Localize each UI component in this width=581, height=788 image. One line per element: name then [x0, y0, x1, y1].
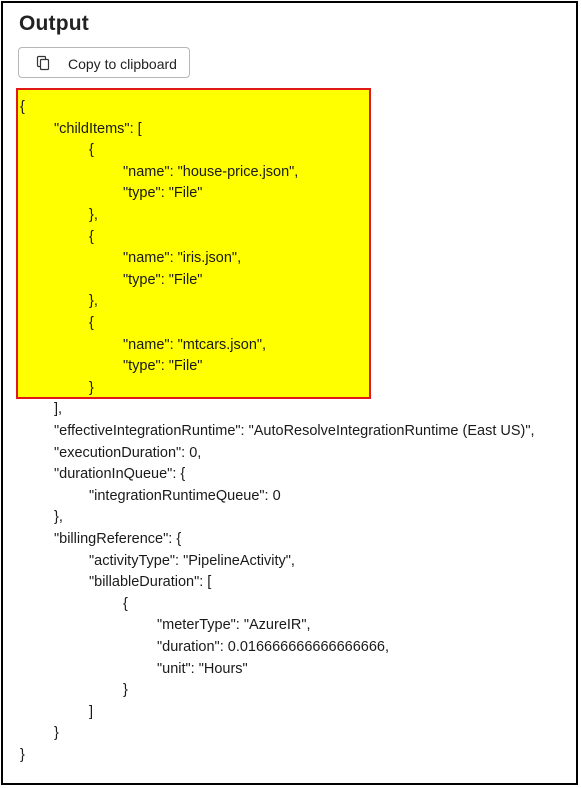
json-line: "name": "mtcars.json",: [123, 336, 267, 353]
copy-icon: [35, 55, 51, 71]
json-line: {: [20, 99, 25, 115]
json-line: "childItems": [: [54, 120, 142, 137]
json-line: "name": "iris.json",: [123, 250, 242, 267]
panel-title: Output: [19, 12, 90, 35]
json-line: {: [123, 595, 128, 612]
json-line: }: [54, 725, 59, 742]
json-line: "activityType": "PipelineActivity",: [89, 552, 295, 569]
output-panel: Output Copy to clipboard { "childItems":…: [1, 1, 578, 785]
json-line: }: [89, 379, 94, 396]
json-line: "type": "File": [123, 185, 203, 202]
json-line: "durationInQueue": {: [54, 466, 186, 483]
json-line: },: [54, 509, 63, 526]
json-line: {: [89, 315, 94, 331]
json-line: "type": "File": [123, 358, 203, 375]
json-line: ],: [54, 401, 63, 418]
json-line: "effectiveIntegrationRuntime": "AutoReso…: [54, 423, 535, 439]
json-line: }: [123, 682, 128, 699]
json-line: "billingReference": {: [54, 531, 182, 547]
json-line: ]: [89, 703, 94, 720]
json-line: "integrationRuntimeQueue": 0: [89, 487, 281, 504]
json-line: "unit": "Hours": [157, 660, 248, 677]
json-line: "name": "house-price.json",: [123, 163, 299, 180]
json-line: }: [20, 747, 25, 763]
copy-button-label: Copy to clipboard: [68, 56, 177, 72]
json-line: "executionDuration": 0,: [54, 444, 202, 461]
json-line: "duration": 0.016666666666666666,: [157, 639, 390, 655]
copy-to-clipboard-button[interactable]: Copy to clipboard: [18, 47, 190, 78]
json-line: {: [89, 142, 94, 159]
json-line: },: [89, 293, 98, 310]
json-line: "type": "File": [123, 271, 203, 288]
json-line: },: [89, 207, 98, 223]
json-line: {: [89, 228, 94, 245]
json-line: "billableDuration": [: [89, 574, 212, 591]
json-line: "meterType": "AzureIR",: [157, 617, 311, 634]
